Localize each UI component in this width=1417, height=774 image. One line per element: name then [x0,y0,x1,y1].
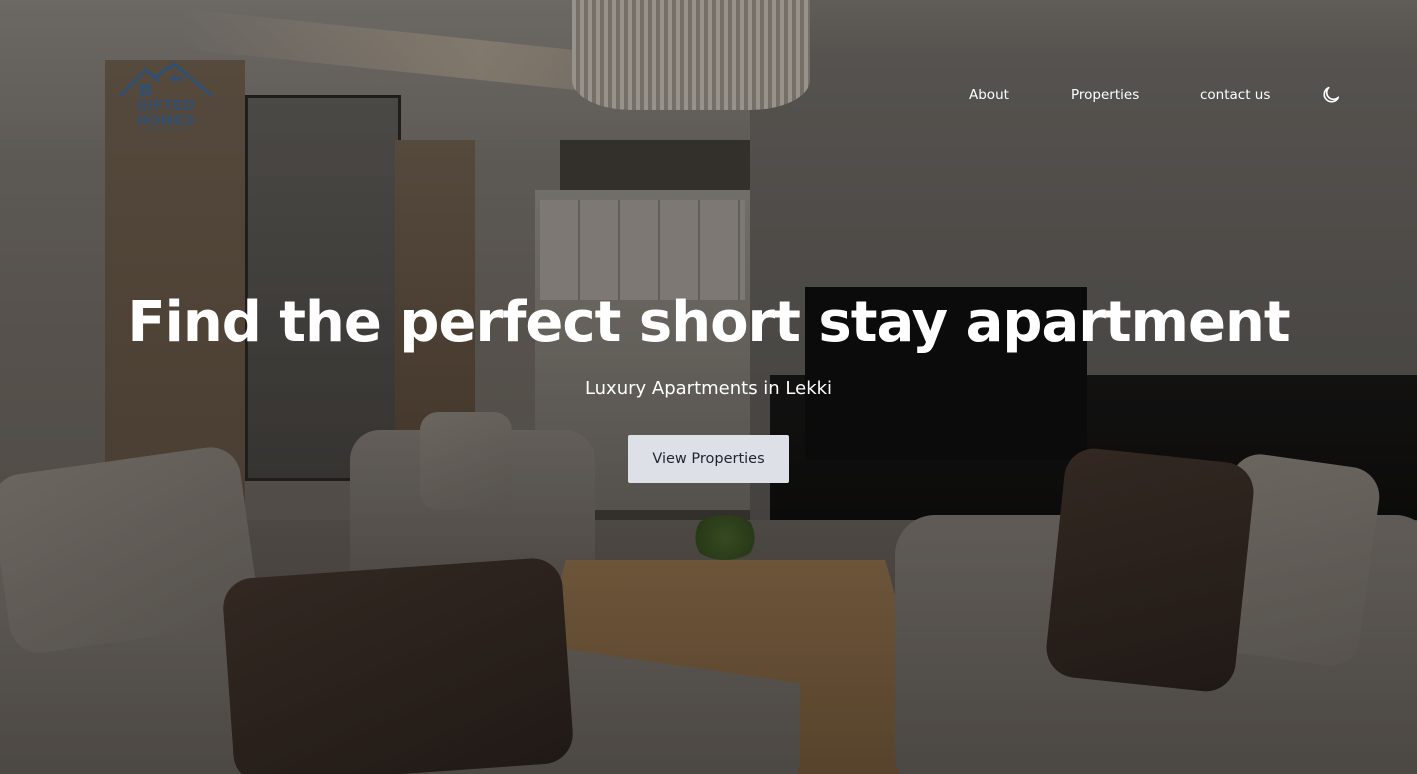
view-properties-button[interactable]: View Properties [628,435,789,483]
hero-section: GIFTED HOMES & APARTMENTS About Properti… [0,0,1417,774]
logo-tagline: & APARTMENTS [144,126,188,131]
logo-wordmark: GIFTED HOMES [137,97,195,129]
hero-subtitle: Luxury Apartments in Lekki [584,378,833,399]
hero-title: Find the perfect short stay apartment [127,290,1290,355]
site-logo[interactable]: GIFTED HOMES & APARTMENTS [116,62,216,138]
moon-icon [1323,86,1340,103]
house-roof-icon [118,62,213,98]
nav-link-about[interactable]: About [969,87,1009,103]
nav-link-properties[interactable]: Properties [1071,87,1139,103]
theme-toggle-button[interactable] [1320,84,1342,106]
nav-link-contact-us[interactable]: contact us [1200,87,1270,103]
